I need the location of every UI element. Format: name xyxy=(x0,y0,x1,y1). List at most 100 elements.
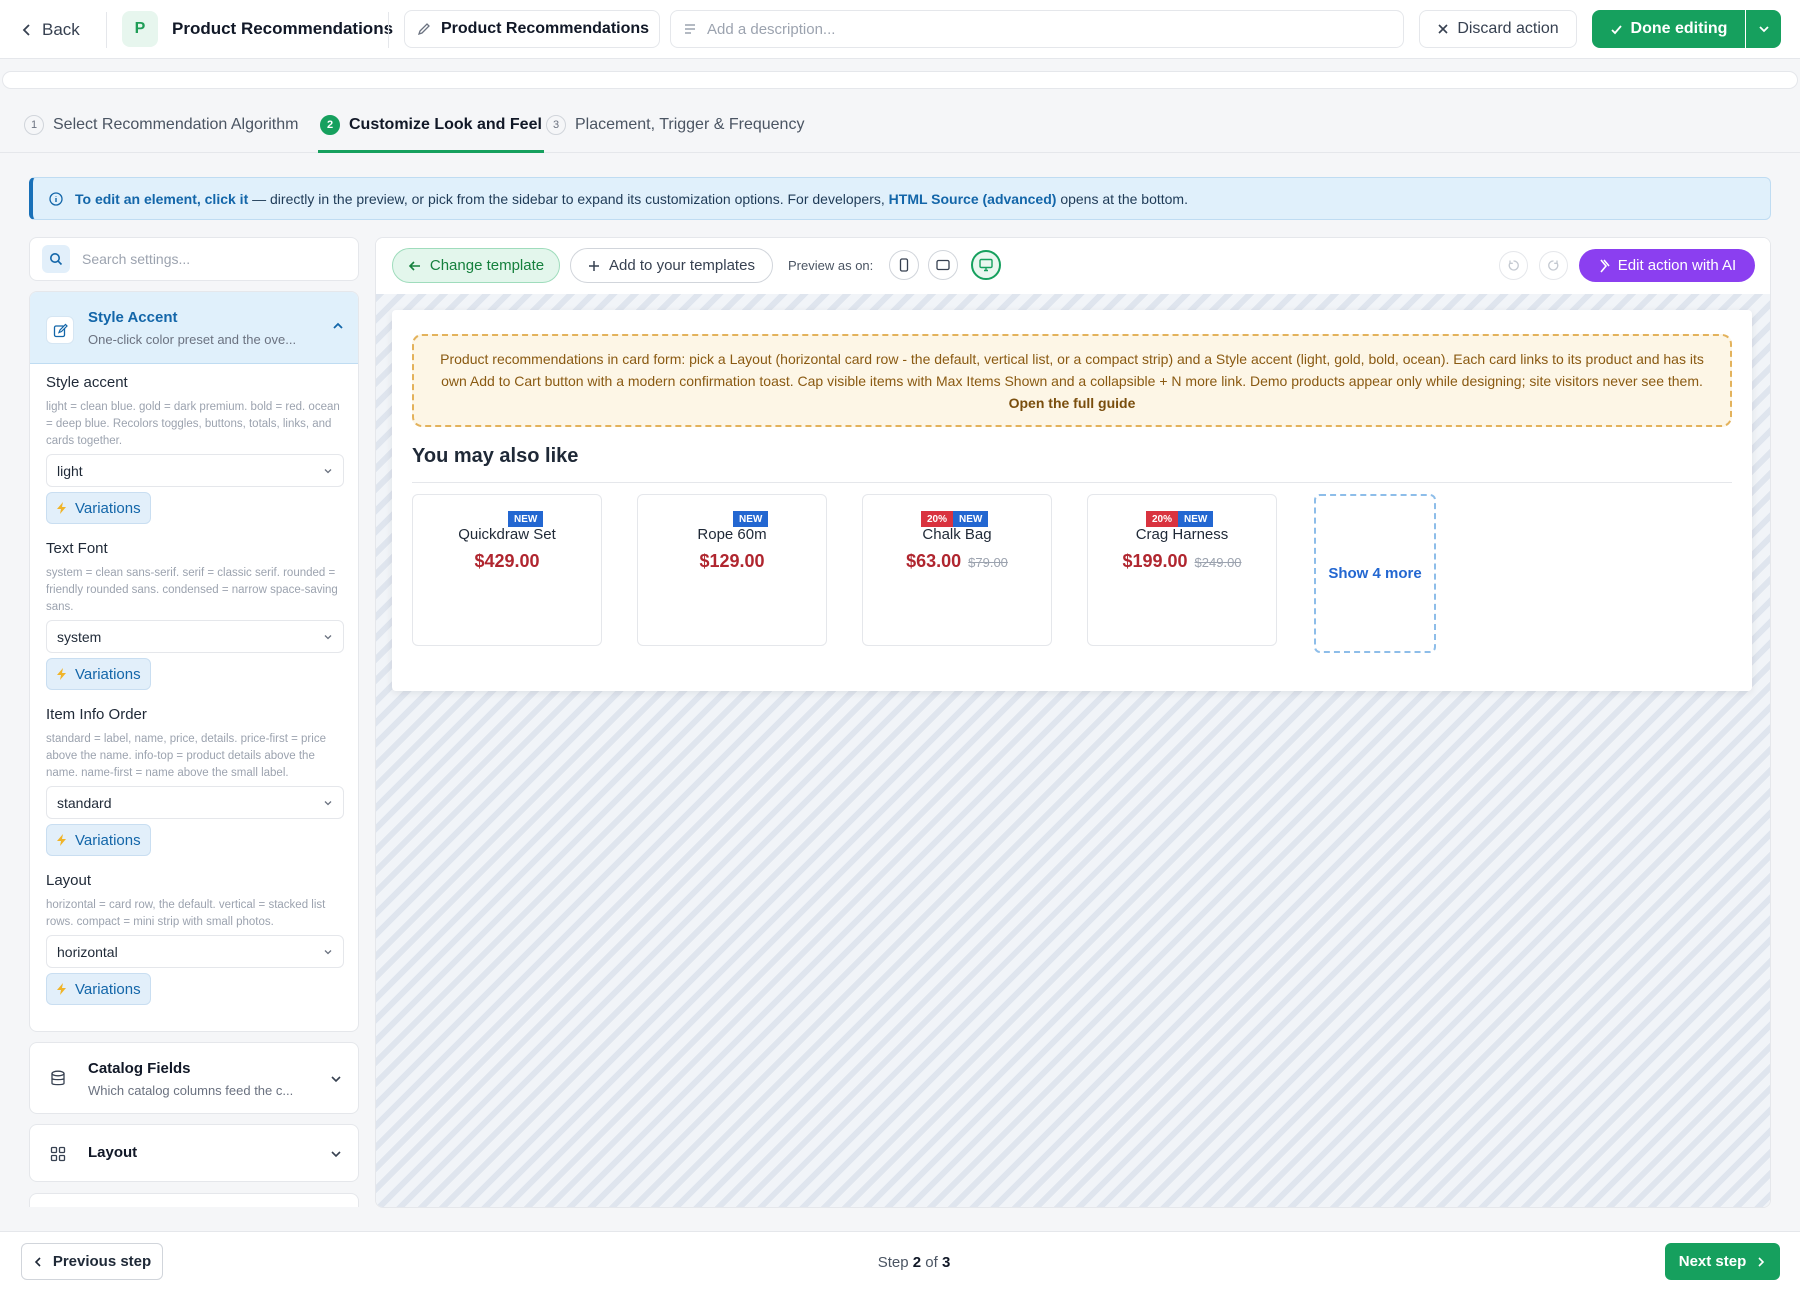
select-value: light xyxy=(57,462,83,479)
preview-tablet-button[interactable] xyxy=(928,250,958,280)
style-accent-header[interactable]: Style Accent One-click color preset and … xyxy=(30,292,358,364)
info-banner: To edit an element, click it — directly … xyxy=(29,177,1771,220)
product-prices: $63.00 $79.00 xyxy=(863,551,1051,572)
widget-heading[interactable]: You may also like xyxy=(412,445,578,468)
sale-badge: 20% xyxy=(921,511,954,527)
top-bar: Back P Product Recommendations Product R… xyxy=(0,0,1800,59)
discard-label: Discard action xyxy=(1457,20,1559,37)
product-name[interactable]: Chalk Bag xyxy=(863,526,1051,543)
section-title: Catalog Fields xyxy=(88,1060,191,1077)
step-of: of xyxy=(925,1254,938,1271)
item-info-order-select[interactable]: standard xyxy=(46,786,344,819)
product-price: $129.00 xyxy=(699,551,765,571)
search-icon xyxy=(42,245,70,273)
product-card[interactable]: NEW Rope 60m $129.00 xyxy=(637,494,827,646)
undo-button[interactable] xyxy=(1499,251,1528,280)
close-icon xyxy=(1438,24,1448,34)
chevron-left-icon xyxy=(22,24,30,36)
tab-number: 3 xyxy=(546,115,566,135)
text-lines-icon xyxy=(685,24,695,34)
redo-icon xyxy=(1548,260,1559,271)
step-current: 2 xyxy=(912,1254,922,1271)
discard-action-button[interactable]: Discard action xyxy=(1419,10,1577,48)
field-style-accent: Style accent light = clean blue. gold = … xyxy=(46,374,344,524)
style-accent-fields: Style accent light = clean blue. gold = … xyxy=(30,364,358,1005)
edit-with-ai-button[interactable]: Edit action with AI xyxy=(1579,249,1755,282)
new-badge: NEW xyxy=(508,511,544,527)
recommendation-widget[interactable]: Product recommendations in card form: pi… xyxy=(392,310,1752,691)
layout-select[interactable]: horizontal xyxy=(46,935,344,968)
html-source-link[interactable]: HTML Source (advanced) xyxy=(889,191,1057,207)
lightning-icon xyxy=(57,983,66,995)
product-name[interactable]: Rope 60m xyxy=(638,526,826,543)
field-help: system = clean sans-serif. serif = class… xyxy=(46,567,338,613)
description-input[interactable] xyxy=(707,20,1357,38)
product-card[interactable]: 20% NEW Crag Harness $199.00 $249.00 xyxy=(1087,494,1277,646)
tab-label: Placement, Trigger & Frequency xyxy=(575,116,805,133)
field-label: Text Font xyxy=(46,540,108,557)
product-price: $199.00 xyxy=(1122,551,1188,571)
variations-button[interactable]: Variations xyxy=(46,824,151,856)
chevron-up-icon[interactable] xyxy=(332,320,344,332)
variations-label: Variations xyxy=(75,831,141,849)
product-name[interactable]: Crag Harness xyxy=(1088,526,1276,543)
add-template-label: Add to your templates xyxy=(609,257,755,274)
section-subtitle: One-click color preset and the ove... xyxy=(88,332,297,347)
product-name[interactable]: Quickdraw Set xyxy=(413,526,601,543)
add-to-templates-button[interactable]: Add to your templates xyxy=(570,248,773,283)
tab-placement[interactable]: 3 Placement, Trigger & Frequency xyxy=(544,100,806,153)
tab-select-algorithm[interactable]: 1 Select Recommendation Algorithm xyxy=(22,100,300,153)
variations-button[interactable]: Variations xyxy=(46,658,151,690)
layout-section[interactable]: Layout xyxy=(29,1124,359,1182)
redo-button[interactable] xyxy=(1539,251,1568,280)
notice-body: Product recommendations in card form: pi… xyxy=(440,350,1704,389)
undo-icon xyxy=(1508,260,1519,271)
tab-customize-look[interactable]: 2 Customize Look and Feel xyxy=(318,100,544,153)
chevron-down-icon xyxy=(324,468,332,473)
done-editing-button[interactable]: Done editing xyxy=(1592,10,1745,48)
field-layout: Layout horizontal = card row, the defaul… xyxy=(46,872,344,1005)
change-template-button[interactable]: Change template xyxy=(392,248,560,283)
preview-mobile-button[interactable] xyxy=(889,250,919,280)
show-more-button[interactable]: Show 4 more xyxy=(1314,494,1436,653)
field-help: light = clean blue. gold = dark premium.… xyxy=(46,401,340,447)
style-accent-select[interactable]: light xyxy=(46,454,344,487)
next-step-button[interactable]: Next step xyxy=(1665,1243,1780,1280)
check-icon xyxy=(1610,24,1622,34)
sparkle-icon xyxy=(1600,258,1610,273)
select-value: system xyxy=(57,628,102,645)
divider xyxy=(106,12,107,48)
next-section-stub xyxy=(29,1193,359,1207)
done-label: Done editing xyxy=(1630,20,1728,37)
step-indicator: Step 2 of 3 xyxy=(0,1254,1800,1271)
original-price: $79.00 xyxy=(968,555,1008,570)
catalog-fields-section[interactable]: Catalog Fields Which catalog columns fee… xyxy=(29,1042,359,1114)
info-tail: opens at the bottom. xyxy=(1056,190,1188,207)
tab-label: Customize Look and Feel xyxy=(349,116,542,133)
variations-button[interactable]: Variations xyxy=(46,492,151,524)
text-font-select[interactable]: system xyxy=(46,620,344,653)
arrow-left-icon xyxy=(408,260,420,271)
desktop-icon xyxy=(979,258,993,272)
settings-search-input[interactable] xyxy=(82,251,332,267)
edit-ai-label: Edit action with AI xyxy=(1617,257,1737,274)
preview-desktop-button[interactable] xyxy=(971,250,1001,280)
done-options-dropdown[interactable] xyxy=(1746,10,1781,48)
product-card[interactable]: 20% NEW Chalk Bag $63.00 $79.00 xyxy=(862,494,1052,646)
product-card[interactable]: NEW Quickdraw Set $429.00 xyxy=(412,494,602,646)
description-field[interactable] xyxy=(670,10,1404,48)
select-value: horizontal xyxy=(57,943,118,960)
tablet-icon xyxy=(936,259,950,271)
settings-search[interactable] xyxy=(29,237,359,281)
app-avatar: P xyxy=(122,11,158,47)
action-name-field[interactable]: Product Recommendations xyxy=(404,10,660,48)
back-button[interactable]: Back xyxy=(20,14,80,46)
product-price: $429.00 xyxy=(474,551,540,571)
product-price: $63.00 xyxy=(906,551,962,571)
full-guide-link[interactable]: Open the full guide xyxy=(1009,395,1136,411)
chevron-down-icon xyxy=(324,800,332,805)
next-step-label: Next step xyxy=(1678,1253,1747,1270)
variations-button[interactable]: Variations xyxy=(46,973,151,1005)
select-value: standard xyxy=(57,794,112,811)
info-text: To edit an element, click it — directly … xyxy=(75,191,1188,207)
